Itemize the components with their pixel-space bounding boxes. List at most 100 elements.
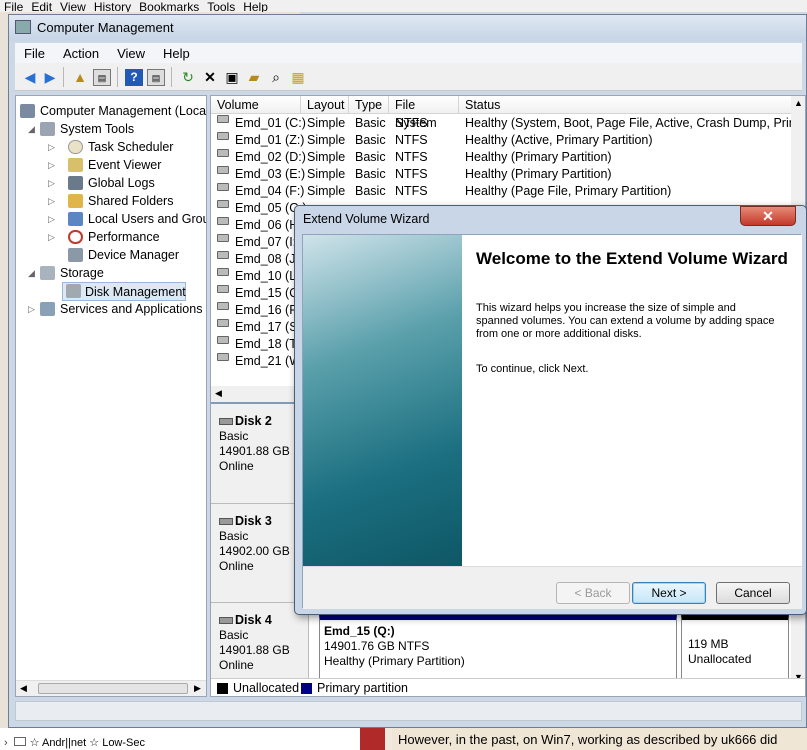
legend-unallocated-label: Unallocated xyxy=(233,681,300,695)
disk-legend: Unallocated Primary partition xyxy=(211,678,805,696)
forum-sidebar-strip xyxy=(360,728,385,750)
volume-drive-icon xyxy=(217,234,229,242)
tree-item-services[interactable]: ▷ Services and Applications xyxy=(20,300,202,318)
help-icon[interactable]: ? xyxy=(125,69,143,86)
volume-drive-icon xyxy=(217,285,229,293)
column-status[interactable]: Status xyxy=(459,96,791,114)
collapsed-arrow-icon[interactable]: ▷ xyxy=(48,210,58,228)
collapsed-arrow-icon[interactable]: ▷ xyxy=(48,156,58,174)
menu-help[interactable]: Help xyxy=(154,43,199,61)
volume-drive-icon xyxy=(217,183,229,191)
collapsed-arrow-icon[interactable]: ▷ xyxy=(48,138,58,156)
browser-menu-help[interactable]: Help xyxy=(239,1,272,12)
back-button[interactable]: < Back xyxy=(556,582,630,604)
scrollbar-thumb[interactable] xyxy=(38,683,188,694)
scroll-left-icon[interactable]: ◀ xyxy=(20,683,27,694)
delete-icon[interactable]: ✕ xyxy=(201,69,219,86)
tree-item-global-logs[interactable]: ▷ Global Logs xyxy=(20,174,155,192)
logs-icon xyxy=(68,176,83,190)
expanded-arrow-icon[interactable]: ◢ xyxy=(28,120,38,138)
column-volume[interactable]: Volume xyxy=(211,96,301,114)
expanded-arrow-icon[interactable]: ◢ xyxy=(28,264,38,282)
tree-item-shared-folders[interactable]: ▷ Shared Folders xyxy=(20,192,173,210)
legend-primary-swatch xyxy=(301,683,312,694)
collapsed-arrow-icon[interactable]: ▷ xyxy=(48,174,58,192)
browser-menu-view[interactable]: View xyxy=(56,1,90,12)
forward-arrow-icon[interactable]: ▶ xyxy=(41,69,59,86)
tree-item-computer-management[interactable]: Computer Management (Local xyxy=(20,102,206,120)
properties-icon[interactable]: ▣ xyxy=(223,69,241,86)
tree-item-local-users[interactable]: ▷ Local Users and Groups xyxy=(20,210,206,228)
shared-folders-icon xyxy=(68,194,83,208)
toolbar: ◀ ▶ ▲ ▤ ? ▤ ↻ ✕ ▣ ▰ ⌕ ▦ xyxy=(15,63,802,91)
collapsed-arrow-icon[interactable]: ▷ xyxy=(48,228,58,246)
volume-drive-icon xyxy=(217,336,229,344)
volume-cell-status: Healthy (System, Boot, Page File, Active… xyxy=(465,116,806,130)
volume-drive-icon xyxy=(217,251,229,259)
browser-bookmark-item[interactable]: › ☆ Andr||net ☆ Low-Sec xyxy=(0,728,360,750)
menu-file[interactable]: File xyxy=(15,43,54,61)
menu-view[interactable]: View xyxy=(108,43,154,61)
disk-icon xyxy=(219,617,233,624)
tree-horizontal-scrollbar[interactable]: ◀ ▶ xyxy=(16,680,206,696)
scroll-right-icon[interactable]: ▶ xyxy=(194,683,201,694)
disk-settings-icon[interactable]: ▦ xyxy=(289,69,307,86)
volume-cell-type: Basic xyxy=(355,116,386,130)
tree-item-device-manager[interactable]: Device Manager xyxy=(20,246,179,264)
volume-drive-icon xyxy=(217,132,229,140)
menu-action[interactable]: Action xyxy=(54,43,108,61)
volume-row[interactable]: Emd_04 (F:) Simple Basic NTFS Healthy (Page … xyxy=(211,183,791,200)
volume-cell-status: Healthy (Primary Partition) xyxy=(465,167,612,181)
browser-menu-bookmarks[interactable]: Bookmarks xyxy=(135,1,203,12)
tree-item-task-scheduler[interactable]: ▷ Task Scheduler xyxy=(20,138,173,156)
volume-cell-volume: Emd_01 (C:) xyxy=(235,116,306,130)
computer-management-icon xyxy=(20,104,35,118)
volume-row[interactable]: Emd_01 (C:) Simple Basic NTFS Healthy (Syste… xyxy=(211,115,805,132)
column-file-system[interactable]: File System xyxy=(389,96,459,130)
clock-icon xyxy=(68,140,83,154)
search-icon[interactable]: ⌕ xyxy=(267,69,285,86)
tree-item-performance[interactable]: ▷ Performance xyxy=(20,228,160,246)
volume-drive-icon xyxy=(217,268,229,276)
partition-unallocated[interactable]: 119 MB Unallocated xyxy=(681,614,789,684)
scroll-left-icon[interactable]: ◀ xyxy=(215,388,222,399)
volume-row[interactable]: Emd_03 (E:) Simple Basic NTFS Healthy (Prima… xyxy=(211,166,791,183)
volume-cell-volume: Emd_18 (T:) xyxy=(235,337,304,351)
refresh-icon[interactable]: ↻ xyxy=(179,69,197,86)
volume-row[interactable]: Emd_01 (Z:) Simple Basic NTFS Healthy (Activ… xyxy=(211,132,791,149)
cancel-button[interactable]: Cancel xyxy=(716,582,790,604)
disk-4-label[interactable]: Disk 4 Basic 14901.88 GB Online xyxy=(211,602,309,682)
browser-menu-tools[interactable]: Tools xyxy=(203,1,239,12)
up-folder-icon[interactable]: ▲ xyxy=(71,69,89,86)
properties-pane-icon[interactable]: ▤ xyxy=(147,69,165,86)
collapsed-arrow-icon[interactable]: ▷ xyxy=(48,192,58,210)
browser-menu-file[interactable]: File xyxy=(0,1,27,12)
collapsed-arrow-icon[interactable]: ▷ xyxy=(28,300,38,318)
column-layout[interactable]: Layout xyxy=(301,96,349,114)
back-arrow-icon[interactable]: ◀ xyxy=(21,69,39,86)
wizard-continue-text: To continue, click Next. xyxy=(476,363,589,375)
close-button[interactable]: ✕ xyxy=(740,206,796,226)
volume-cell-fs: NTFS xyxy=(395,150,428,164)
volume-row[interactable]: Emd_02 (D:) Simple Basic NTFS Healthy (Prima… xyxy=(211,149,791,166)
browser-menubar: File Edit View History Bookmarks Tools Help xyxy=(0,0,807,12)
tree-item-event-viewer[interactable]: ▷ Event Viewer xyxy=(20,156,161,174)
next-button[interactable]: Next > xyxy=(632,582,706,604)
open-folder-icon[interactable]: ▰ xyxy=(245,69,263,86)
browser-menu-edit[interactable]: Edit xyxy=(27,1,56,12)
disk-icon xyxy=(219,418,233,425)
volume-cell-layout: Simple xyxy=(307,133,346,147)
wizard-content: Welcome to the Extend Volume Wizard This… xyxy=(462,235,802,566)
volume-cell-fs: NTFS xyxy=(395,133,428,147)
tree-item-system-tools[interactable]: ◢ System Tools xyxy=(20,120,134,138)
column-type[interactable]: Type xyxy=(349,96,389,114)
folder-icon xyxy=(13,737,26,746)
tree-item-disk-management[interactable]: Disk Management xyxy=(62,282,186,301)
show-hide-tree-icon[interactable]: ▤ xyxy=(93,69,111,86)
browser-menu-history[interactable]: History xyxy=(90,1,135,12)
window-titlebar[interactable]: Computer Management xyxy=(9,15,806,41)
wizard-title: Extend Volume Wizard xyxy=(303,212,430,226)
tree-item-storage[interactable]: ◢ Storage xyxy=(20,264,104,282)
partition-emd15[interactable]: Emd_15 (Q:) 14901.76 GB NTFS Healthy (Pr… xyxy=(319,614,677,684)
scroll-up-icon[interactable]: ▲ xyxy=(794,98,803,108)
